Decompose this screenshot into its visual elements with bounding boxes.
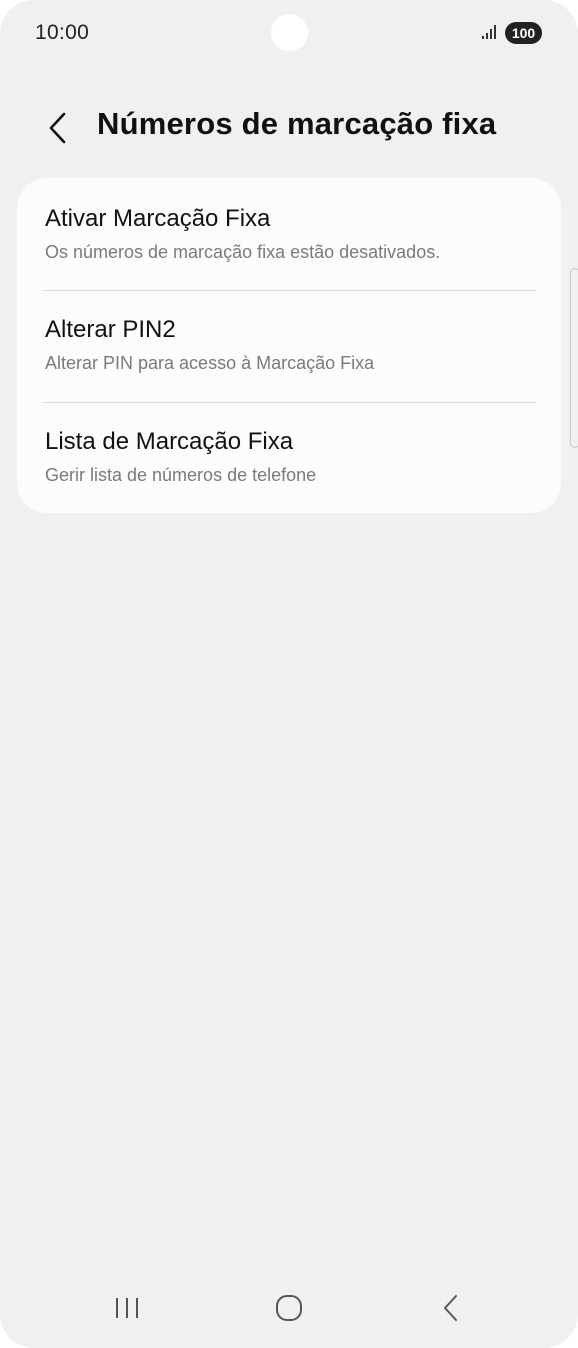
setting-subtitle: Os números de marcação fixa estão desati… [45,242,441,262]
setting-title: Ativar Marcação Fixa [45,205,271,232]
back-icon [444,1295,457,1321]
setting-title: Alterar PIN2 [45,316,176,343]
nav-back-button[interactable] [421,1288,481,1328]
status-bar: 10:00 100 [0,0,578,68]
signal-icon [482,25,496,39]
scroll-indicator[interactable] [570,268,578,448]
setting-enable-fixed-dialing[interactable]: Ativar Marcação Fixa Os números de marca… [17,178,561,289]
recent-apps-button[interactable] [97,1288,157,1328]
setting-change-pin2[interactable]: Alterar PIN2 Alterar PIN para acesso à M… [17,291,561,402]
navigation-bar [0,1270,578,1348]
setting-title: Lista de Marcação Fixa [45,428,294,455]
setting-subtitle: Alterar PIN para acesso à Marcação Fixa [45,353,375,373]
back-button[interactable] [36,104,80,152]
home-button[interactable] [259,1288,319,1328]
recent-apps-icon [116,1298,138,1318]
camera-cutout [271,14,308,51]
chevron-left-icon [49,112,66,144]
phone-screen: 10:00 100 Números de marcação fixa Ativa… [0,0,578,1348]
home-icon [276,1295,302,1321]
battery-icon: 100 [505,22,542,44]
setting-fixed-dialing-list[interactable]: Lista de Marcação Fixa Gerir lista de nú… [17,403,561,514]
settings-card: Ativar Marcação Fixa Os números de marca… [17,178,561,513]
status-time: 10:00 [35,21,90,44]
setting-subtitle: Gerir lista de números de telefone [45,465,317,485]
page-title: Números de marcação fixa [97,106,497,141]
